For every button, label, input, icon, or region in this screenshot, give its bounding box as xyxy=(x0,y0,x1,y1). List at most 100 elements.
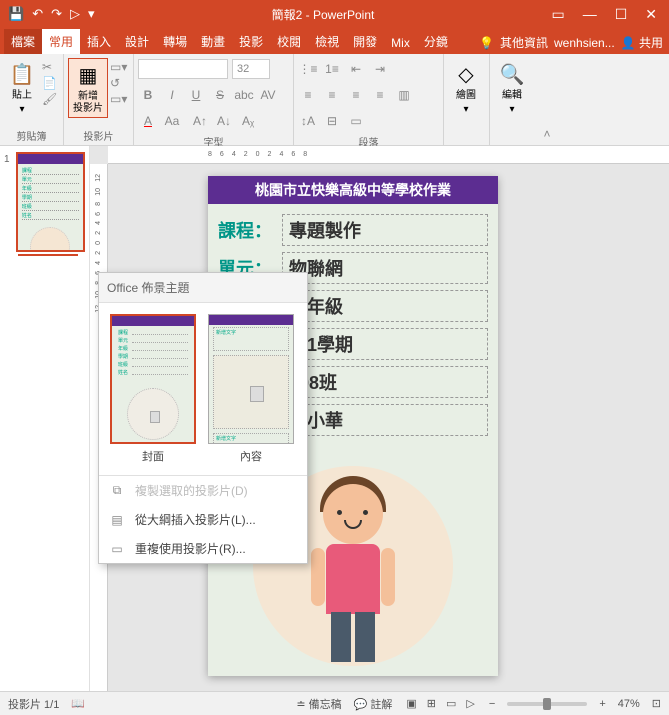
layout-cover[interactable]: 課程 單元 年級 學期 班級 姓名 封面 xyxy=(107,311,199,467)
reset-icon[interactable]: ↺ xyxy=(110,76,127,90)
thumbnail-number: 1 xyxy=(4,152,16,252)
tab-view[interactable]: 檢視 xyxy=(308,29,346,54)
zoom-in-button[interactable]: + xyxy=(599,698,605,710)
duplicate-slides-item: ⧉ 複製選取的投影片(D) xyxy=(99,476,307,505)
tab-transition[interactable]: 轉場 xyxy=(156,29,194,54)
sorter-view-icon[interactable]: ⊞ xyxy=(425,695,438,712)
zoom-out-button[interactable]: − xyxy=(489,698,495,710)
normal-view-icon[interactable]: ▣ xyxy=(404,695,418,712)
duplicate-icon: ⧉ xyxy=(109,483,125,498)
redo-icon[interactable]: ↷ xyxy=(51,6,62,22)
quick-access-toolbar: 💾 ↶ ↷ ▷ ▾ xyxy=(4,6,95,22)
layout-content[interactable]: 新增文字 新增文字 內容 xyxy=(205,311,297,467)
strike-button[interactable]: S xyxy=(210,88,230,102)
tab-home[interactable]: 常用 xyxy=(42,29,80,54)
reuse-slides-item[interactable]: ▭ 重複使用投影片(R)... xyxy=(99,534,307,563)
drawing-button[interactable]: ◇ 繪圖 ▾ xyxy=(448,58,484,118)
ribbon-options-icon[interactable]: ▭ xyxy=(551,6,564,23)
slide-thumbnails-panel: 1 課程 單元 年級 學期 班級 姓名 xyxy=(0,146,90,691)
tab-review[interactable]: 校閱 xyxy=(270,29,308,54)
group-drawing: ◇ 繪圖 ▾ xyxy=(444,54,490,145)
slide-title[interactable]: 桃園市立快樂高級中等學校作業 xyxy=(208,176,498,204)
justify-button[interactable]: ≡ xyxy=(370,88,390,102)
cut-icon[interactable]: ✂ xyxy=(42,60,57,74)
zoom-level[interactable]: 47% xyxy=(618,698,640,710)
bullets-button[interactable]: ⋮≡ xyxy=(298,62,318,76)
account-user[interactable]: wenhsien... xyxy=(554,36,615,50)
slideshow-view-icon[interactable]: ▷ xyxy=(464,695,476,712)
group-paragraph: ⋮≡ 1≡ ⇤ ⇥ ≡ ≡ ≡ ≡ ▥ ↕A ⊟ ▭ 段落 xyxy=(294,54,444,145)
collapse-ribbon-icon[interactable]: ˄ xyxy=(536,54,558,145)
tab-insert[interactable]: 插入 xyxy=(80,29,118,54)
fit-window-icon[interactable]: ⊡ xyxy=(652,697,661,710)
window-title: 簡報2 - PowerPoint xyxy=(95,6,552,23)
tab-storyboard[interactable]: 分鏡 xyxy=(417,29,455,54)
comments-button[interactable]: 💬 註解 xyxy=(354,696,393,712)
group-slides: ▦ 新增 投影片 ▭▾ ↺ ▭▾ 投影片 xyxy=(64,54,134,145)
undo-icon[interactable]: ↶ xyxy=(32,6,43,22)
spellcheck-icon[interactable]: 📖 xyxy=(71,697,85,710)
group-clipboard: 📋 貼上 ▾ ✂ 📄 🖌 剪貼簿 xyxy=(0,54,64,145)
section-icon[interactable]: ▭▾ xyxy=(110,92,127,106)
font-color-button[interactable]: A xyxy=(138,114,158,128)
notes-button[interactable]: ≐ 備忘稿 xyxy=(296,696,341,712)
align-left-button[interactable]: ≡ xyxy=(298,88,318,102)
title-bar: 💾 ↶ ↷ ▷ ▾ 簡報2 - PowerPoint ▭ — ☐ ✕ xyxy=(0,0,669,28)
spacing-button[interactable]: AV xyxy=(258,88,278,102)
save-icon[interactable]: 💾 xyxy=(8,6,24,22)
start-slideshow-icon[interactable]: ▷ xyxy=(70,6,80,22)
clear-format-button[interactable]: Aᵪ xyxy=(238,114,258,128)
editing-button[interactable]: 🔍 編輯 ▾ xyxy=(494,58,530,118)
close-icon[interactable]: ✕ xyxy=(645,6,657,23)
change-case-button[interactable]: Aa xyxy=(162,114,182,128)
align-right-button[interactable]: ≡ xyxy=(346,88,366,102)
tab-slideshow[interactable]: 投影 xyxy=(232,29,270,54)
minimize-icon[interactable]: — xyxy=(583,6,597,23)
font-size-combo[interactable]: 32 xyxy=(232,59,270,79)
new-slide-icon: ▦ xyxy=(74,61,102,89)
tab-file[interactable]: 檔案 xyxy=(4,29,42,54)
maximize-icon[interactable]: ☐ xyxy=(615,6,628,23)
tab-design[interactable]: 設計 xyxy=(118,29,156,54)
shapes-icon: ◇ xyxy=(452,60,480,88)
new-slide-dropdown: Office 佈景主題 課程 單元 年級 學期 班級 姓名 封面 xyxy=(98,272,308,564)
bold-button[interactable]: B xyxy=(138,88,158,102)
text-direction-button[interactable]: ↕A xyxy=(298,114,318,128)
font-family-combo[interactable] xyxy=(138,59,228,79)
copy-icon[interactable]: 📄 xyxy=(42,76,57,90)
zoom-slider[interactable] xyxy=(507,702,587,706)
slide-indicator[interactable]: 投影片 1/1 xyxy=(8,696,59,712)
tab-mix[interactable]: Mix xyxy=(384,32,417,54)
tab-animation[interactable]: 動畫 xyxy=(194,29,232,54)
format-painter-icon[interactable]: 🖌 xyxy=(42,92,57,106)
align-center-button[interactable]: ≡ xyxy=(322,88,342,102)
horizontal-ruler: 864202468 xyxy=(108,146,669,164)
align-text-button[interactable]: ⊟ xyxy=(322,114,342,128)
paste-button[interactable]: 📋 貼上 ▾ xyxy=(4,58,40,118)
tell-me[interactable]: 其他資訊 xyxy=(500,34,548,51)
grow-font-button[interactable]: A↑ xyxy=(190,114,210,128)
layout-icon[interactable]: ▭▾ xyxy=(110,60,127,74)
shrink-font-button[interactable]: A↓ xyxy=(214,114,234,128)
reading-view-icon[interactable]: ▭ xyxy=(444,695,458,712)
tab-developer[interactable]: 開發 xyxy=(346,29,384,54)
italic-button[interactable]: I xyxy=(162,88,182,102)
slide-thumbnail-1[interactable]: 課程 單元 年級 學期 班級 姓名 xyxy=(16,152,85,252)
indent-dec-button[interactable]: ⇤ xyxy=(346,62,366,76)
indent-inc-button[interactable]: ⇥ xyxy=(370,62,390,76)
row-course: 課程：專題製作 xyxy=(218,214,488,246)
shadow-button[interactable]: abc xyxy=(234,88,254,102)
group-font: 32 B I U S abc AV A Aa A↑ A↓ Aᵪ 字型 xyxy=(134,54,294,145)
smartart-button[interactable]: ▭ xyxy=(346,114,366,128)
outline-icon: ▤ xyxy=(109,513,125,527)
new-slide-button[interactable]: ▦ 新增 投影片 xyxy=(68,58,108,118)
share-button[interactable]: 👤 共用 xyxy=(621,34,663,51)
ribbon-tabs: 檔案 常用 插入 設計 轉場 動畫 投影 校閱 檢視 開發 Mix 分鏡 💡 其… xyxy=(0,28,669,54)
underline-button[interactable]: U xyxy=(186,88,206,102)
dropdown-title: Office 佈景主題 xyxy=(99,273,307,303)
columns-button[interactable]: ▥ xyxy=(394,88,414,102)
slides-from-outline-item[interactable]: ▤ 從大綱插入投影片(L)... xyxy=(99,505,307,534)
insertion-cursor xyxy=(18,254,78,264)
numbering-button[interactable]: 1≡ xyxy=(322,62,342,76)
paste-icon: 📋 xyxy=(8,60,36,88)
